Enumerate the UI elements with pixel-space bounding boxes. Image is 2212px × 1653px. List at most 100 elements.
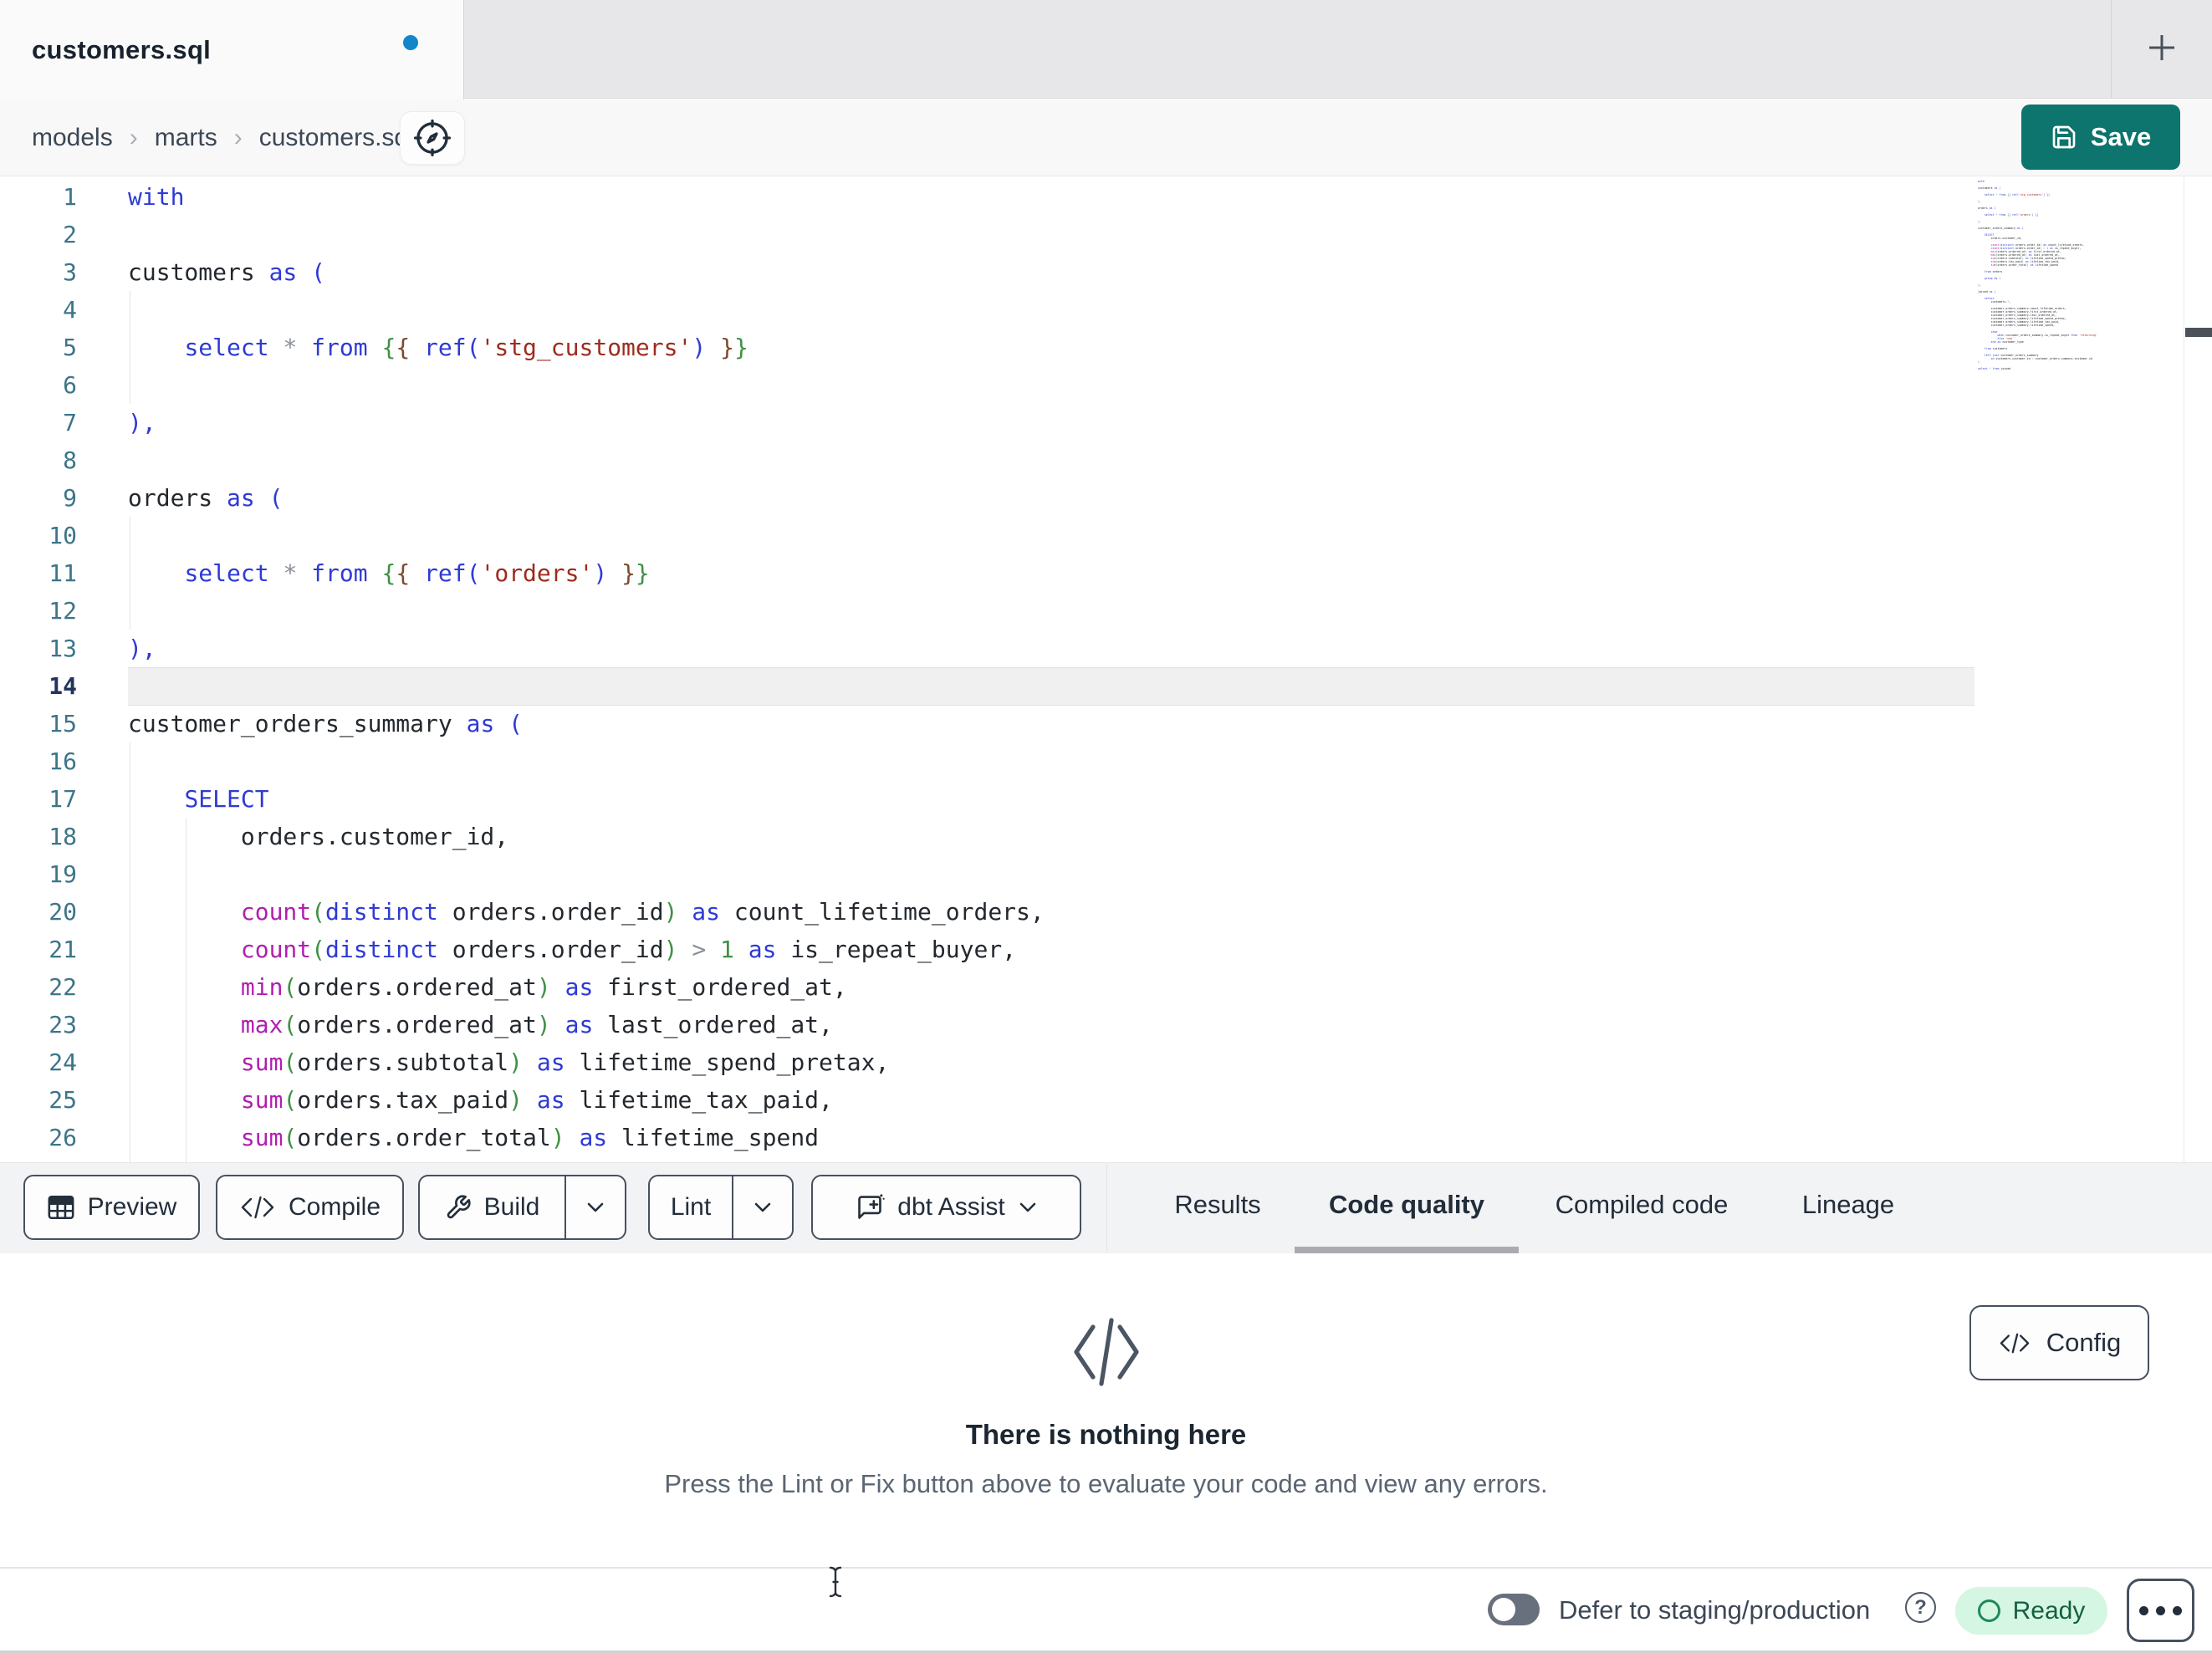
tab-title: customers.sql [32, 34, 212, 64]
save-button[interactable]: Save [2021, 105, 2180, 170]
build-button-label: Build [483, 1193, 540, 1221]
line-number: 7 [63, 409, 77, 436]
more-options-button[interactable] [2127, 1579, 2194, 1642]
code-line[interactable] [128, 742, 1045, 780]
line-number: 22 [49, 973, 77, 1001]
code-line[interactable]: min(orders.ordered_at) as first_ordered_… [128, 968, 1045, 1006]
code-line[interactable]: sum(orders.subtotal) as lifetime_spend_p… [128, 1043, 1045, 1081]
line-number: 25 [49, 1086, 77, 1114]
explore-lineage-button[interactable] [400, 111, 465, 165]
code-line[interactable]: sum(orders.tax_paid) as lifetime_tax_pai… [128, 1081, 1045, 1119]
code-line[interactable]: with [128, 178, 1045, 216]
code-line[interactable]: max(orders.ordered_at) as last_ordered_a… [128, 1006, 1045, 1043]
line-number: 11 [49, 559, 77, 587]
editor-code[interactable]: with customers as ( select * from {{ ref… [128, 178, 1045, 1156]
line-number: 8 [63, 446, 77, 474]
dbt-assist-button[interactable]: dbt Assist [811, 1175, 1081, 1240]
chevron-down-icon [1019, 1202, 1036, 1212]
save-floppy-icon [2052, 125, 2076, 149]
ellipsis-icon [2156, 1605, 2165, 1615]
minimap[interactable]: with customers as ( select * from {{ ref… [1974, 180, 2183, 380]
lint-button-main[interactable]: Lint [650, 1176, 732, 1238]
tab-lineage[interactable]: Lineage [1799, 1163, 1898, 1247]
code-line[interactable] [128, 517, 1045, 554]
build-button[interactable]: Build [418, 1175, 626, 1240]
line-number: 12 [49, 597, 77, 625]
toggle-knob [1492, 1598, 1515, 1621]
breadcrumb-marts[interactable]: marts [155, 124, 217, 152]
line-number: 16 [49, 747, 77, 775]
code-line[interactable]: ), [128, 404, 1045, 441]
lint-button[interactable]: Lint [648, 1175, 794, 1240]
line-number: 9 [63, 484, 77, 512]
table-icon [48, 1195, 74, 1220]
toolbar-tabs-divider [1106, 1163, 1107, 1253]
line-number: 2 [63, 221, 77, 248]
defer-toggle[interactable] [1488, 1594, 1540, 1625]
breadcrumb: models › marts › customers.sql [32, 99, 414, 176]
code-line[interactable]: sum(orders.order_total) as lifetime_spen… [128, 1119, 1045, 1156]
tabbar-divider [2111, 0, 2112, 98]
line-number: 23 [49, 1011, 77, 1038]
tab-customers-sql[interactable]: customers.sql [0, 0, 464, 99]
chevron-down-icon [754, 1202, 771, 1212]
code-line[interactable]: orders.customer_id, [128, 818, 1045, 855]
status-badge: Ready [1955, 1587, 2107, 1635]
code-line[interactable]: count(distinct orders.order_id) > 1 as i… [128, 931, 1045, 968]
code-line[interactable]: customer_orders_summary as ( [128, 705, 1045, 742]
assist-chat-sparkle-icon [858, 1194, 886, 1219]
code-line[interactable] [128, 216, 1045, 253]
line-number: 5 [63, 334, 77, 361]
build-button-main[interactable]: Build [420, 1176, 564, 1238]
code-editor[interactable]: 1 2 3 4 5 6 7 8 9 10 11 12 13 14 15 16 17 18 19 20 21 22 23 24 2… [0, 176, 2212, 1162]
tab-code-quality[interactable]: Code quality [1295, 1163, 1519, 1247]
code-line[interactable] [128, 855, 1045, 893]
code-line[interactable]: orders as ( [128, 479, 1045, 517]
line-number: 6 [63, 371, 77, 399]
line-number: 18 [49, 823, 77, 850]
config-button[interactable]: Config [1969, 1305, 2149, 1380]
compile-button-main: Compile [217, 1176, 402, 1238]
help-icon[interactable]: ? [1905, 1592, 1936, 1623]
line-number: 3 [63, 258, 77, 286]
code-line[interactable]: SELECT [128, 780, 1045, 818]
line-number: 17 [49, 785, 77, 813]
ready-circle-icon [1977, 1599, 2000, 1622]
plus-icon [2149, 35, 2174, 60]
status-bar: Defer to staging/production ? Ready [0, 1567, 2212, 1653]
empty-state-icon-wrap [0, 1314, 2212, 1395]
minimap-content: with customers as ( select * from {{ ref… [1978, 180, 2097, 370]
code-line[interactable] [128, 592, 1045, 630]
preview-button[interactable]: Preview [23, 1175, 200, 1240]
file-header: models › marts › customers.sql Save [0, 99, 2212, 176]
preview-button-main: Preview [25, 1176, 198, 1238]
code-line[interactable]: customers as ( [128, 253, 1045, 291]
code-quality-panel: There is nothing here Press the Lint or … [0, 1253, 2212, 1567]
lint-dropdown-button[interactable] [733, 1176, 792, 1238]
new-tab-button[interactable] [2134, 20, 2189, 75]
tab-results[interactable]: Results [1169, 1163, 1266, 1247]
code-line[interactable] [128, 667, 1045, 705]
code-line[interactable] [128, 291, 1045, 329]
panel-toolbar: Preview Compile Build Lint dbt Assist Re… [0, 1162, 2212, 1254]
code-line[interactable]: ), [128, 630, 1045, 667]
empty-state-title: There is nothing here [965, 1419, 1247, 1450]
breadcrumb-models[interactable]: models [32, 124, 113, 152]
breadcrumb-separator: › [129, 123, 138, 151]
line-number: 1 [63, 183, 77, 211]
code-icon [241, 1196, 274, 1219]
preview-button-label: Preview [87, 1193, 177, 1221]
ellipsis-icon [2139, 1605, 2148, 1615]
compile-button[interactable]: Compile [216, 1175, 404, 1240]
build-dropdown-button[interactable] [566, 1176, 625, 1238]
breadcrumb-customers-sql[interactable]: customers.sql [259, 124, 414, 152]
line-number: 13 [49, 635, 77, 662]
breadcrumb-separator: › [233, 123, 243, 151]
tab-compiled-code[interactable]: Compiled code [1553, 1163, 1730, 1247]
code-line[interactable] [128, 441, 1045, 479]
code-line[interactable]: select * from {{ ref('stg_customers') }} [128, 329, 1045, 366]
code-line[interactable]: count(distinct orders.order_id) as count… [128, 893, 1045, 931]
code-line[interactable]: select * from {{ ref('orders') }} [128, 554, 1045, 592]
scrollbar-marker[interactable] [2185, 328, 2212, 337]
code-line[interactable] [128, 366, 1045, 404]
